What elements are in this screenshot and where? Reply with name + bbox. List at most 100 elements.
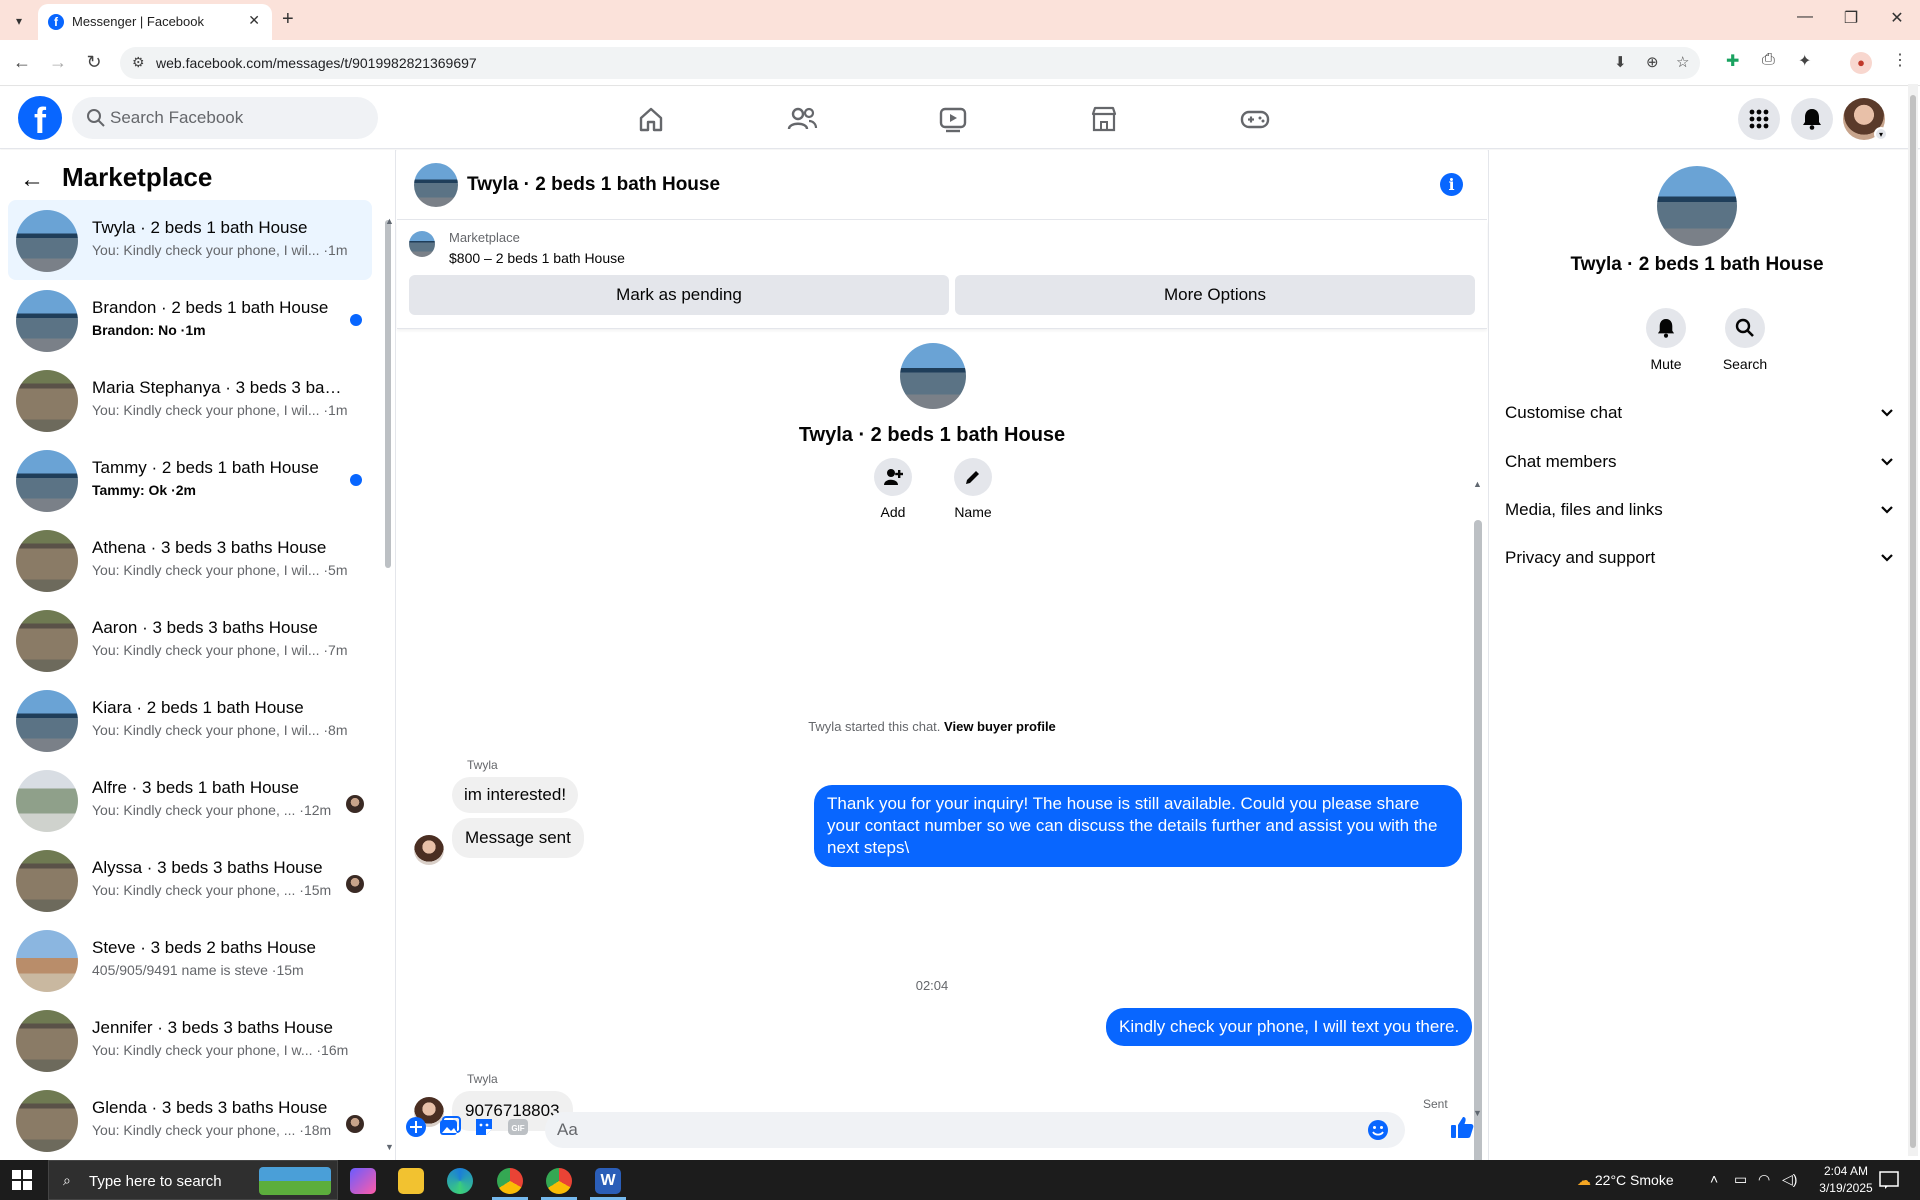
incoming-message[interactable]: Message sent (452, 818, 584, 858)
thread-scrollbar[interactable] (1474, 520, 1482, 1200)
add-button[interactable]: Add (863, 458, 923, 520)
close-tab-icon[interactable]: ✕ (248, 12, 260, 29)
sidebar-scrollbar[interactable] (385, 220, 391, 568)
emoji-icon[interactable] (1367, 1119, 1389, 1141)
tab-search-chevron-icon[interactable]: ▾ (8, 10, 30, 32)
listing-thumbnail[interactable] (409, 231, 435, 257)
sticker-icon[interactable] (473, 1116, 495, 1138)
back-arrow-icon[interactable]: ← (20, 166, 44, 194)
customise-chat-section[interactable]: Customise chat (1505, 393, 1895, 433)
reload-icon[interactable]: ↻ (82, 52, 106, 73)
search-conversation-button[interactable]: Search (1710, 308, 1780, 372)
chrome-profile-icon[interactable] (546, 1168, 572, 1194)
message-input[interactable] (557, 1112, 1347, 1148)
scroll-down-icon[interactable]: ▼ (385, 1142, 394, 1152)
incoming-message[interactable]: im interested! (452, 777, 579, 813)
notification-center-icon[interactable] (1878, 1170, 1900, 1190)
mute-button[interactable]: Mute (1631, 308, 1701, 372)
tray-chevron-up-icon[interactable]: ˄ (1710, 1171, 1718, 1187)
browser-menu-icon[interactable]: ⋮ (1892, 50, 1908, 70)
copilot-app-icon[interactable] (350, 1168, 376, 1194)
like-thumb-icon[interactable] (1449, 1114, 1475, 1140)
conversation-item[interactable]: Alfre · 3 beds 1 bath House You: Kindly c… (8, 760, 372, 840)
search-input[interactable] (110, 97, 360, 139)
conversation-item[interactable]: Twyla · 2 beds 1 bath House You: Kindly c… (8, 200, 372, 280)
site-info-icon[interactable]: ⚙ (132, 54, 145, 71)
clock-time[interactable]: 2:04 AM (1816, 1164, 1876, 1178)
windows-taskbar: ⌕ Type here to search W ☁ 22°C Smoke ˄ ▭… (0, 1160, 1920, 1200)
outgoing-message[interactable]: Kindly check your phone, I will text you… (1106, 1008, 1473, 1046)
gaming-icon[interactable] (1235, 99, 1275, 139)
plus-circle-icon[interactable] (405, 1116, 427, 1138)
wifi-icon[interactable]: ◠ (1758, 1171, 1770, 1188)
browser-profile-icon[interactable]: ● (1850, 52, 1872, 74)
word-app-icon[interactable]: W (595, 1168, 621, 1194)
clock-date[interactable]: 3/19/2025 (1810, 1181, 1882, 1195)
friends-icon[interactable] (782, 99, 822, 139)
photo-icon[interactable] (439, 1116, 461, 1138)
chat-members-section[interactable]: Chat members (1505, 442, 1895, 482)
thread-avatar[interactable] (900, 343, 966, 409)
volume-icon[interactable]: ◁) (1782, 1171, 1797, 1188)
more-options-button[interactable]: More Options (955, 275, 1475, 315)
extensions-puzzle-icon[interactable]: ✦ (1798, 51, 1811, 71)
marketplace-icon[interactable] (1084, 99, 1124, 139)
conversation-item[interactable]: Steve · 3 beds 2 baths House 405/905/9491… (8, 920, 372, 1000)
conversation-item[interactable]: Alyssa · 3 beds 3 baths House You: Kindly… (8, 840, 372, 920)
facebook-logo-icon[interactable]: f (18, 96, 62, 141)
conversation-item[interactable]: Athena · 3 beds 3 baths House You: Kindly… (8, 520, 372, 600)
taskbar-search[interactable]: ⌕ Type here to search (48, 1160, 338, 1200)
conversation-item[interactable]: Glenda · 3 beds 3 baths House You: Kindly… (8, 1080, 372, 1160)
listing-price[interactable]: $800 – 2 beds 1 bath House (449, 250, 625, 266)
sender-name: Twyla (467, 1072, 498, 1086)
conversation-item[interactable]: Kiara · 2 beds 1 bath House You: Kindly c… (8, 680, 372, 760)
video-icon[interactable] (933, 99, 973, 139)
zoom-icon[interactable]: ⊕ (1646, 53, 1659, 71)
chrome-icon[interactable] (497, 1168, 523, 1194)
details-avatar[interactable] (1657, 166, 1737, 246)
chat-avatar[interactable] (414, 163, 458, 207)
extension-printer-icon[interactable]: ⎙ (1762, 51, 1775, 69)
conversation-item[interactable]: Aaron · 3 beds 3 baths House You: Kindly … (8, 600, 372, 680)
thread-scroll-up-icon[interactable]: ▲ (1473, 479, 1482, 489)
new-tab-icon[interactable]: + (282, 8, 294, 31)
privacy-support-section[interactable]: Privacy and support (1505, 538, 1895, 578)
page-scrollbar-thumb[interactable] (1910, 95, 1916, 1148)
scroll-up-icon[interactable]: ▲ (385, 216, 394, 226)
notifications-button[interactable] (1791, 98, 1833, 140)
meet-now-icon[interactable]: ▭ (1734, 1171, 1747, 1188)
windows-start-icon[interactable] (12, 1170, 32, 1190)
mark-as-pending-button[interactable]: Mark as pending (409, 275, 949, 315)
sender-avatar[interactable] (414, 835, 444, 865)
gif-icon[interactable]: GIF (507, 1116, 529, 1138)
close-window-icon[interactable]: ✕ (1882, 8, 1912, 28)
browser-tab-messenger[interactable]: f Messenger | Facebook ✕ (38, 4, 272, 40)
edge-browser-icon[interactable] (447, 1168, 473, 1194)
media-files-links-section[interactable]: Media, files and links (1505, 490, 1895, 530)
name-button[interactable]: Name (943, 458, 1003, 520)
home-icon[interactable] (631, 99, 671, 139)
restore-icon[interactable]: ❐ (1836, 8, 1866, 28)
conversation-item[interactable]: Brandon · 2 beds 1 bath House Brandon: No… (8, 280, 372, 360)
url-text[interactable]: web.facebook.com/messages/t/901998282136… (156, 55, 477, 71)
extension-plus-icon[interactable]: ✚ (1726, 51, 1739, 71)
forward-icon[interactable]: → (46, 52, 70, 73)
menu-grid-button[interactable] (1738, 98, 1780, 140)
info-icon[interactable]: i (1440, 173, 1463, 196)
weather-widget[interactable]: ☁ 22°C Smoke (1577, 1172, 1674, 1189)
install-app-icon[interactable]: ⬇ (1614, 53, 1627, 71)
chat-title[interactable]: Twyla · 2 beds 1 bath House (467, 174, 720, 196)
bookmark-star-icon[interactable]: ☆ (1676, 53, 1689, 71)
file-explorer-icon[interactable] (398, 1168, 424, 1194)
minimize-icon[interactable]: — (1790, 8, 1820, 26)
conversation-item[interactable]: Jennifer · 3 beds 3 baths House You: Kind… (8, 1000, 372, 1080)
message-input-wrapper[interactable] (545, 1112, 1405, 1148)
conversation-item[interactable]: Tammy · 2 beds 1 bath House Tammy: Ok ·2m (8, 440, 372, 520)
view-buyer-profile-link[interactable]: View buyer profile (944, 719, 1056, 734)
facebook-search[interactable] (72, 97, 378, 139)
conversation-item[interactable]: Maria Stephanya · 3 beds 3 bath... You: K… (8, 360, 372, 440)
address-bar[interactable]: ⚙ web.facebook.com/messages/t/9019982821… (120, 47, 1700, 79)
account-chevron-down-icon[interactable]: ▾ (1874, 127, 1888, 141)
back-icon[interactable]: ← (10, 52, 34, 73)
outgoing-message[interactable]: Thank you for your inquiry! The house is… (814, 785, 1462, 867)
